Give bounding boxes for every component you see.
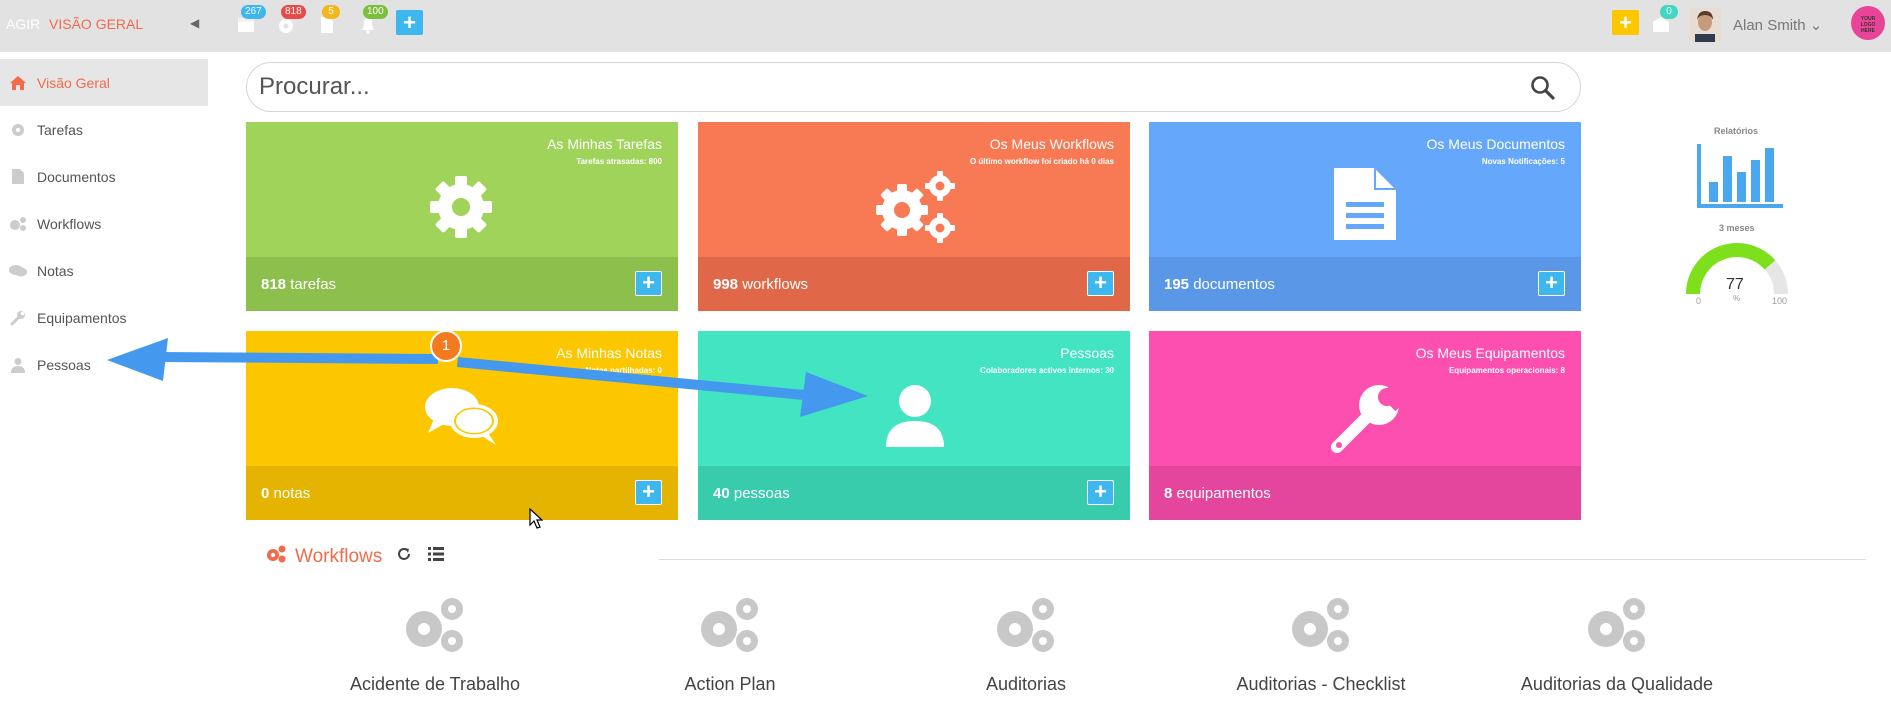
refresh-icon[interactable] (396, 546, 412, 567)
gears-icon (697, 598, 763, 661)
divider (659, 559, 1866, 560)
cursor-icon (529, 507, 544, 535)
workflow-item[interactable]: Auditorias da Qualidade (1477, 595, 1757, 695)
workflow-item[interactable]: Acidente de Trabalho (295, 595, 575, 695)
workflows-title: Workflows (295, 545, 383, 567)
gears-icon (993, 598, 1059, 661)
workflow-label: Acidente de Trabalho (349, 674, 521, 694)
workflow-label: Action Plan (684, 674, 776, 694)
workflow-label: Auditorias - Checklist (1236, 674, 1406, 694)
gears-icon (1288, 598, 1354, 661)
step-badge: 1 (430, 330, 462, 362)
app-root: AGIR VISÃO GERAL ◀ 267 818 5 100 + + 0 A… (0, 0, 1891, 715)
workflow-label: Auditorias da Qualidade (1520, 674, 1714, 694)
workflow-item[interactable]: Auditorias (886, 595, 1166, 695)
workflow-item[interactable]: Auditorias - Checklist (1181, 595, 1461, 695)
workflows-header: Workflows (266, 545, 445, 568)
list-view-icon[interactable] (428, 547, 445, 566)
workflow-item[interactable]: Action Plan (590, 595, 870, 695)
gears-icon (266, 545, 286, 568)
gears-icon (1584, 598, 1650, 661)
workflow-label: Auditorias (985, 674, 1067, 694)
gears-icon (402, 598, 468, 661)
